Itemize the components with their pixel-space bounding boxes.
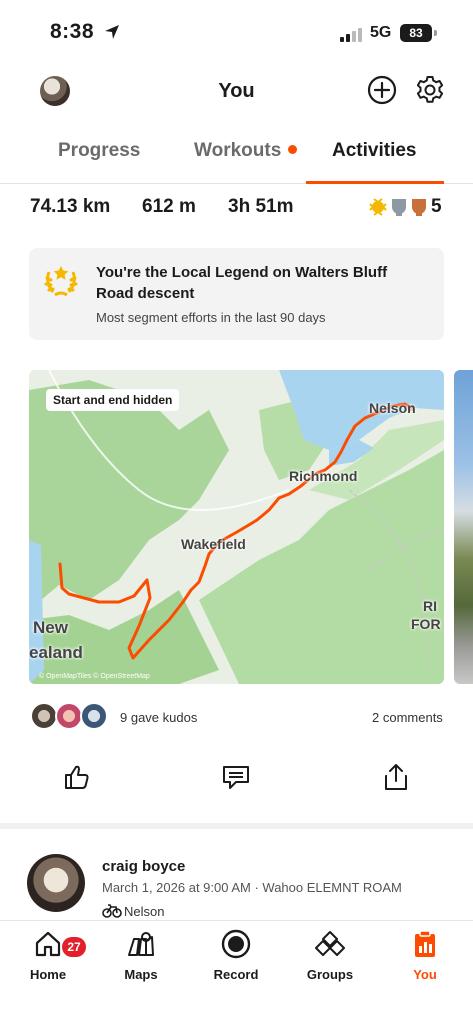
elevation-stat: 612 m xyxy=(142,196,196,217)
silver-cup-icon xyxy=(392,199,406,216)
tab-groups-label: Groups xyxy=(306,967,354,982)
kudos-avatar[interactable] xyxy=(80,702,108,730)
post-location: Nelson xyxy=(124,904,165,919)
time-stat: 3h 51m xyxy=(228,196,294,217)
local-legend-subtitle: Most segment efforts in the last 90 days xyxy=(96,310,326,325)
segment-tabs: Progress Workouts Activities xyxy=(0,120,473,184)
route-map[interactable]: Start and end hidden Nelson Richmond Wak… xyxy=(29,370,444,684)
network-label: 5G xyxy=(370,24,392,41)
bike-icon xyxy=(102,904,122,918)
tab-record[interactable]: Record xyxy=(196,929,276,982)
kudos-count[interactable]: 9 gave kudos xyxy=(120,710,197,725)
signal-icon xyxy=(340,26,366,42)
gear-icon[interactable] xyxy=(414,74,446,106)
local-legend-card[interactable]: You're the Local Legend on Walters Bluff… xyxy=(29,248,444,340)
home-icon xyxy=(35,931,61,957)
tab-home-label: Home xyxy=(29,967,67,982)
workouts-notification-dot xyxy=(288,145,297,154)
bronze-cup-icon xyxy=(412,199,426,216)
tab-maps-label: Maps xyxy=(124,967,158,982)
feed-divider xyxy=(0,823,473,829)
tab-you-label: You xyxy=(413,967,437,982)
status-bar: 8:38 5G 83 xyxy=(0,0,473,62)
next-activity-post[interactable]: craig boyce March 1, 2026 at 9:00 AM · W… xyxy=(0,846,473,926)
home-notification-badge: 27 xyxy=(62,937,86,957)
activity-actions xyxy=(0,762,473,798)
post-avatar[interactable] xyxy=(27,854,85,912)
laurel-icon xyxy=(44,266,78,297)
map-label-for: FOR xyxy=(411,616,441,632)
local-legend-icon xyxy=(369,198,387,216)
distance-stat: 74.13 km xyxy=(30,196,111,217)
battery-nub xyxy=(434,30,437,36)
comments-count[interactable]: 2 comments xyxy=(372,710,443,725)
next-photo-preview[interactable] xyxy=(454,370,473,684)
comment-icon[interactable] xyxy=(221,762,251,792)
map-canvas xyxy=(29,370,444,684)
map-label-ri: RI xyxy=(423,598,437,614)
thumbs-up-icon[interactable] xyxy=(62,762,92,792)
activity-stats: 74.13 km 612 m 3h 51m xyxy=(0,192,473,228)
social-row: 9 gave kudos 2 comments xyxy=(0,702,473,734)
tab-home[interactable]: Home 27 xyxy=(8,929,88,982)
tab-progress[interactable]: Progress xyxy=(58,140,140,162)
location-arrow-icon xyxy=(105,25,119,39)
tab-record-label: Record xyxy=(213,967,259,982)
map-attribution: © OpenMapTiles © OpenStreetMap xyxy=(39,673,150,680)
map-privacy-chip: Start and end hidden xyxy=(46,389,180,411)
record-icon xyxy=(221,929,251,959)
kudos-avatar[interactable] xyxy=(30,702,58,730)
top-header: You xyxy=(0,62,473,120)
tab-you[interactable]: You xyxy=(385,929,465,982)
status-time: 8:38 xyxy=(50,20,95,43)
page-title: You xyxy=(218,80,255,102)
map-label-new: New xyxy=(33,618,68,637)
map-icon xyxy=(128,932,154,956)
you-icon xyxy=(415,930,435,957)
tab-groups[interactable]: Groups xyxy=(290,929,370,982)
tab-maps[interactable]: Maps xyxy=(101,929,181,982)
map-label-zealand: ealand xyxy=(29,643,83,662)
tab-activities[interactable]: Activities xyxy=(332,140,416,162)
map-label-nelson: Nelson xyxy=(369,400,416,416)
share-icon[interactable] xyxy=(381,762,411,792)
post-meta: March 1, 2026 at 9:00 AM · Wahoo ELEMNT … xyxy=(102,880,402,895)
groups-icon xyxy=(315,931,345,956)
kudos-avatar[interactable] xyxy=(55,702,83,730)
battery-icon: 83 xyxy=(400,24,432,42)
local-legend-title: You're the Local Legend on Walters Bluff… xyxy=(96,264,388,302)
active-tab-indicator xyxy=(306,181,444,184)
map-label-richmond: Richmond xyxy=(289,468,358,484)
post-author[interactable]: craig boyce xyxy=(102,858,185,875)
tab-workouts[interactable]: Workouts xyxy=(194,140,281,162)
add-icon[interactable] xyxy=(366,74,398,106)
bottom-tab-bar: Home 27 Maps Record Groups You xyxy=(0,920,473,1024)
achievements-count: 5 xyxy=(431,196,442,217)
map-label-wakefield: Wakefield xyxy=(181,536,246,552)
